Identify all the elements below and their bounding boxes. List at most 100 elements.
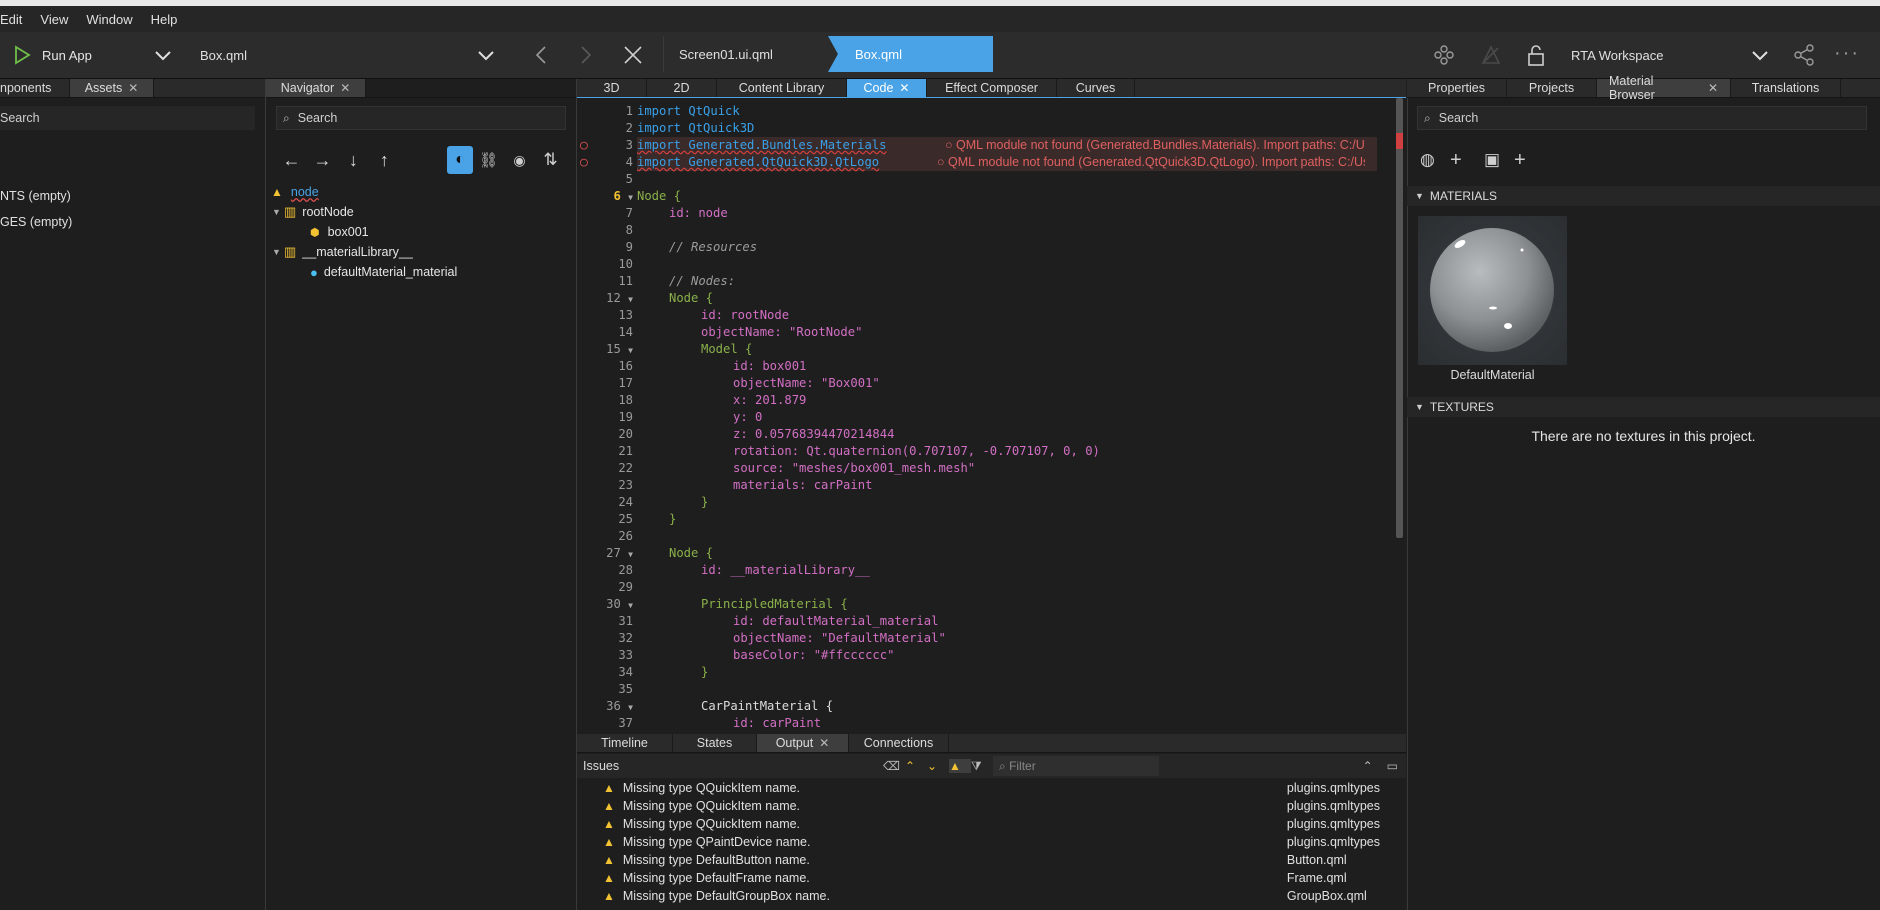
expand-chevron-icon[interactable]: ▼ [272,207,284,217]
unlock-icon[interactable] [1525,43,1547,70]
fold-icon[interactable]: ▼ [628,703,633,712]
issue-row[interactable]: ▲ Missing type QQuickItem name. plugins.qm… [577,797,1406,815]
menu-help[interactable]: Help [142,12,187,27]
fold-icon[interactable]: ▼ [628,295,633,304]
tree-item-defaultmaterial[interactable]: ● defaultMaterial_material [266,262,576,282]
workspace-dropdown[interactable]: RTA Workspace [1563,40,1773,70]
prev-issue-icon[interactable]: ⌃ [905,759,927,773]
components-icon[interactable] [1432,43,1456,70]
tab-timeline[interactable]: Timeline [577,734,673,752]
texture-icon[interactable]: ▣ [1484,150,1514,170]
assets-section-images[interactable]: GES (empty) [0,215,72,229]
line-number: 22 [618,461,633,475]
close-icon[interactable]: ✕ [899,81,909,95]
close-icon[interactable]: ✕ [128,81,138,95]
collapse-panel-icon[interactable]: ⌃ [1363,759,1373,773]
tab-effect-composer[interactable]: Effect Composer [927,79,1057,97]
issue-row[interactable]: ▲ Missing type QPaintDevice name. plugins.… [577,833,1406,851]
tab-3d[interactable]: 3D [577,79,647,97]
tab-curves[interactable]: Curves [1057,79,1135,97]
filter-icon[interactable]: ⧩ [971,759,993,774]
add-texture-icon[interactable]: + [1514,149,1544,172]
close-icon[interactable]: ✕ [819,736,829,750]
tree-item-node[interactable]: ▲ node [266,182,576,202]
run-options-chevron-icon[interactable] [152,44,174,69]
materials-section-header[interactable]: ▼ MATERIALS [1407,186,1880,206]
fold-icon[interactable]: ▼ [628,601,633,610]
warning-icon: ▲ [603,871,615,885]
back-icon[interactable] [530,40,552,70]
fold-icon[interactable]: ▼ [628,346,633,355]
next-issue-icon[interactable]: ⌄ [927,759,949,773]
move-up-icon[interactable]: ↑ [369,150,400,171]
section-collapse-icon[interactable]: ▼ [1415,191,1424,201]
code-line: id: __materialLibrary__ [701,563,870,577]
fold-icon[interactable]: ▼ [628,550,633,559]
run-app-button[interactable]: Run App [12,42,92,68]
tab-content-library[interactable]: Content Library [717,79,847,97]
issues-list[interactable]: ▲ Missing type QQuickItem name. plugins.qm… [577,778,1406,910]
move-left-icon[interactable]: ← [276,150,307,171]
textures-section-header[interactable]: ▼ TEXTURES [1407,397,1880,417]
close-document-icon[interactable] [620,40,646,70]
move-right-icon[interactable]: → [307,150,338,171]
navigator-search-input[interactable]: ⌕ Search [276,106,566,130]
section-collapse-icon[interactable]: ▼ [1415,402,1424,412]
tree-item-rootnode[interactable]: ▼ ▥ rootNode [266,202,576,222]
tab-assets[interactable]: Assets ✕ [70,79,154,97]
editor-scrollbar[interactable] [1396,98,1403,538]
file-tab-box[interactable]: Box.qml [828,36,993,72]
menu-view[interactable]: View [31,12,77,27]
material-search-input[interactable]: ⌕ Search [1417,106,1867,130]
forward-icon[interactable] [575,40,597,70]
sort-icon[interactable]: ⇅ [535,150,566,170]
line-number: 2 [625,121,633,135]
issue-row[interactable]: ▲ Missing type DefaultButton name. Button.… [577,851,1406,869]
visibility-eye-icon[interactable]: ◉ [504,152,535,169]
fold-icon[interactable]: ▼ [628,193,633,202]
issue-row[interactable]: ▲ Missing type DefaultGroupBox name. Group… [577,887,1406,905]
code-editor[interactable]: 1 2 ○ 3 ○ 4 5 6 ▼ 7 8 9 10 11 12 ▼ 13 14 1… [577,98,1406,734]
menu-edit[interactable]: Edit [0,12,31,27]
warnings-filter-icon[interactable]: ▲ [949,759,971,773]
bundle-material-icon[interactable]: ◍ [1420,150,1450,170]
maximize-panel-icon[interactable]: ▭ [1387,759,1398,773]
assets-section-components[interactable]: NTS (empty) [0,189,71,203]
tab-projects[interactable]: Projects [1507,79,1597,97]
tab-output[interactable]: Output ✕ [757,734,849,752]
add-material-icon[interactable]: + [1450,149,1484,172]
tab-2d[interactable]: 2D [647,79,717,97]
tree-item-materiallibrary[interactable]: ▼ ▥ __materialLibrary__ [266,242,576,262]
close-icon[interactable]: ✕ [1708,81,1718,95]
palette-icon[interactable]: ◐ [446,146,474,174]
tab-code[interactable]: Code ✕ [847,79,927,97]
tab-navigator[interactable]: Navigator ✕ [266,79,366,97]
menu-window[interactable]: Window [77,12,141,27]
assets-search-input[interactable]: Search [0,106,255,130]
tree-item-box001[interactable]: ⬢ box001 [266,222,576,242]
expand-chevron-icon[interactable]: ▼ [272,247,284,257]
tab-components[interactable]: nponents [0,79,70,97]
close-icon[interactable]: ✕ [340,81,350,95]
link-icon[interactable]: ⛓ [473,151,504,169]
tab-states[interactable]: States [673,734,757,752]
tab-properties[interactable]: Properties [1407,79,1507,97]
code-line: rotation: Qt.quaternion(0.707107, -0.707… [733,444,1100,458]
move-down-icon[interactable]: ↓ [338,150,369,171]
open-file-dropdown[interactable]: Box.qml [192,40,507,70]
file-tab-screen01[interactable]: Screen01.ui.qml [663,36,829,72]
issue-row[interactable]: ▲ Missing type QQuickItem name. plugins.qm… [577,815,1406,833]
material-thumbnail[interactable] [1418,216,1567,365]
tab-material-browser[interactable]: Material Browser ✕ [1597,74,1731,102]
filter-input[interactable]: ⌕ Filter [993,756,1159,776]
clean-icon[interactable]: ⌫ [883,759,905,773]
share-icon[interactable] [1792,43,1816,70]
tab-translations[interactable]: Translations [1731,79,1841,97]
tab-connections[interactable]: Connections [849,734,949,752]
issue-row[interactable]: ▲ Missing type QQuickItem name. plugins.qm… [577,779,1406,797]
line-number: 12 ▼ [606,291,633,305]
issue-row[interactable]: ▲ Missing type DefaultFrame name. Frame.qm… [577,869,1406,887]
code-line: id: rootNode [701,308,790,322]
more-options-icon[interactable]: ··· [1834,42,1860,65]
